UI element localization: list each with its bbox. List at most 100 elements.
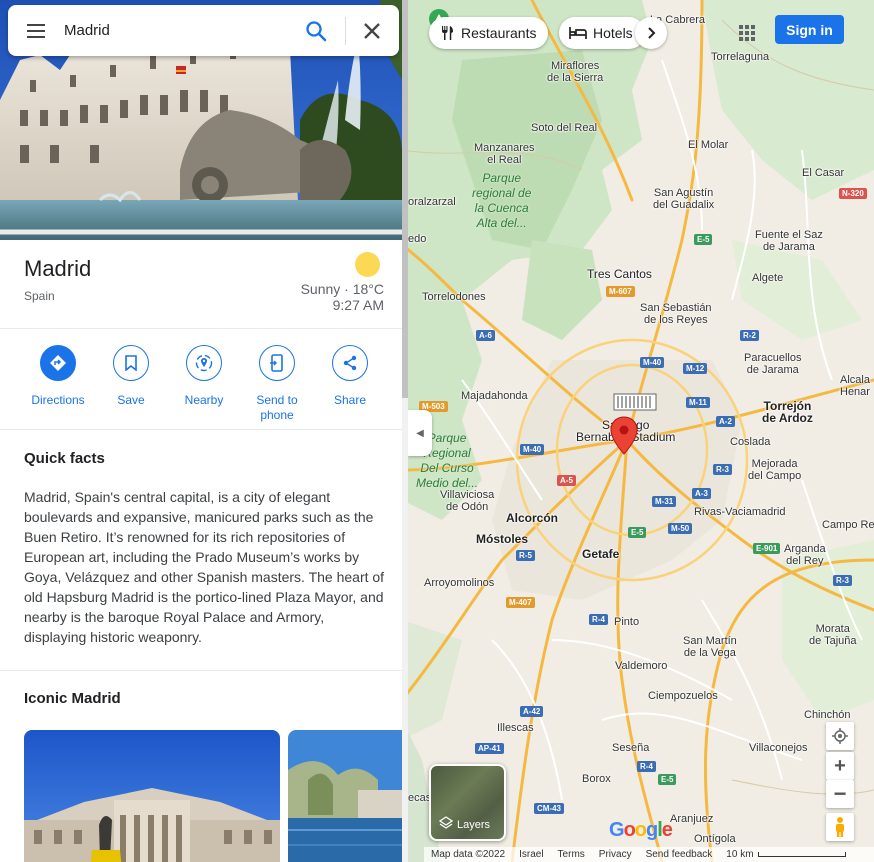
place-alcorcon[interactable]: Alcorcón xyxy=(506,512,558,524)
place-rivas[interactable]: Rivas-Vaciamadrid xyxy=(694,506,786,518)
place-valdemoro[interactable]: Valdemoro xyxy=(615,660,667,672)
chip-label: Hotels xyxy=(593,25,633,41)
place-algete[interactable]: Algete xyxy=(752,272,783,284)
my-location-button[interactable] xyxy=(826,722,854,750)
place-paracuellos[interactable]: Paracuellos de Jarama xyxy=(744,352,801,376)
road-shield: M-11 xyxy=(686,397,710,408)
place-illescas[interactable]: Illescas xyxy=(497,722,534,734)
zoom-in-button[interactable]: + xyxy=(826,752,854,780)
place-villaviciosa[interactable]: Villaviciosa de Odón xyxy=(440,489,494,513)
action-label: Save xyxy=(117,393,145,407)
fork-knife-icon xyxy=(442,26,453,40)
place-san-agustin[interactable]: San Agustín del Guadalix xyxy=(653,187,714,211)
place-alcala[interactable]: Alcala Henar xyxy=(840,374,870,398)
road-shield: E-5 xyxy=(694,234,713,245)
place-ecas[interactable]: ecas xyxy=(408,792,431,804)
terms-link[interactable]: Terms xyxy=(558,849,585,860)
road-shield: M-12 xyxy=(683,363,708,374)
place-mejorada[interactable]: Mejorada del Campo xyxy=(748,458,801,482)
place-torrejon[interactable]: Torrejón de Ardoz xyxy=(762,400,813,424)
place-arganda[interactable]: Arganda del Rey xyxy=(784,543,826,567)
place-sesena[interactable]: Seseña xyxy=(612,742,649,754)
place-fuente-el-saz[interactable]: Fuente el Saz de Jarama xyxy=(755,229,823,253)
place-manzanares[interactable]: Manzanares el Real xyxy=(474,142,535,166)
stadium-icon[interactable] xyxy=(613,392,657,414)
region-link[interactable]: Israel xyxy=(519,849,543,860)
chips-next-button[interactable] xyxy=(635,17,667,49)
place-oralzarzal[interactable]: oralzarzal xyxy=(408,196,456,208)
search-icon[interactable] xyxy=(304,19,328,43)
place-ciempozuelos[interactable]: Ciempozuelos xyxy=(648,690,718,702)
place-soto-del-real[interactable]: Soto del Real xyxy=(531,122,597,134)
place-miraflores[interactable]: Miraflores de la Sierra xyxy=(547,60,603,84)
street-view-button[interactable] xyxy=(826,813,854,841)
park-label-text: Parque regional de la Cuenca Alta del... xyxy=(472,171,532,230)
place-morata[interactable]: Morata de Tajuña xyxy=(809,623,857,647)
menu-button[interactable] xyxy=(8,5,64,56)
location-pin-icon[interactable] xyxy=(610,416,638,456)
chip-hotels[interactable]: Hotels xyxy=(559,17,645,49)
privacy-link[interactable]: Privacy xyxy=(599,849,632,860)
scale-line xyxy=(757,852,846,857)
action-label: Nearby xyxy=(184,393,224,407)
place-san-sebastian[interactable]: San Sebastián de los Reyes xyxy=(640,302,712,326)
place-country[interactable]: Spain xyxy=(24,289,55,303)
place-el-casar[interactable]: El Casar xyxy=(802,167,844,179)
scrollbar-thumb[interactable] xyxy=(402,0,408,398)
save-button[interactable]: Save xyxy=(96,345,166,408)
place-coslada[interactable]: Coslada xyxy=(730,436,770,448)
place-pinto[interactable]: Pinto xyxy=(614,616,639,628)
layers-button[interactable]: Layers xyxy=(429,764,506,841)
chip-restaurants[interactable]: Restaurants xyxy=(429,17,549,49)
iconic-heading: Iconic Madrid xyxy=(24,690,121,707)
weather-condition: Sunny · 18°C xyxy=(300,281,384,297)
place-villaconejos[interactable]: Villaconejos xyxy=(749,742,808,754)
road-shield: M-50 xyxy=(668,523,693,534)
place-panel: Madrid Spain Sunny · 18°C 9:27 AM Direct… xyxy=(0,0,402,862)
road-shield: R-4 xyxy=(637,761,656,772)
place-getafe[interactable]: Getafe xyxy=(582,548,619,560)
map-data-credit: Map data ©2022 xyxy=(431,849,506,860)
scale-bar[interactable]: 10 km xyxy=(726,849,846,860)
place-campo-real[interactable]: Campo Re xyxy=(822,519,874,531)
road-shield: M-407 xyxy=(506,597,535,608)
iconic-photo-prado[interactable] xyxy=(24,730,280,862)
road-shield: M-607 xyxy=(606,286,635,297)
send-to-phone-button[interactable]: Send to phone xyxy=(242,345,312,423)
place-torrelodones[interactable]: Torrelodones xyxy=(422,291,486,303)
apps-grid-icon[interactable] xyxy=(737,23,757,43)
place-tres-cantos[interactable]: Tres Cantos xyxy=(587,268,652,280)
place-chinchon[interactable]: Chinchón xyxy=(804,709,850,721)
road-shield: A-3 xyxy=(692,488,711,499)
place-mostoles[interactable]: Móstoles xyxy=(476,533,528,545)
iconic-photo-retiro[interactable] xyxy=(288,730,402,862)
road-shield: M-31 xyxy=(652,496,677,507)
zoom-out-button[interactable]: − xyxy=(826,780,854,808)
place-ontigola[interactable]: Ontígola xyxy=(694,833,736,845)
close-icon[interactable] xyxy=(360,19,384,43)
collapse-panel-button[interactable]: ◀ xyxy=(408,410,432,456)
place-el-molar[interactable]: El Molar xyxy=(688,139,728,151)
road-shield: R-5 xyxy=(516,550,535,561)
road-shield: A-5 xyxy=(557,475,576,486)
directions-button[interactable]: Directions xyxy=(23,345,93,408)
place-san-martin[interactable]: San Martín de la Vega xyxy=(683,635,737,659)
park-label-cuenca[interactable]: Parque regional de la Cuenca Alta del... xyxy=(472,171,531,231)
place-edo[interactable]: edo xyxy=(408,233,426,245)
send-feedback-link[interactable]: Send feedback xyxy=(646,849,713,860)
sign-in-button[interactable]: Sign in xyxy=(775,15,844,44)
place-arroyomolinos[interactable]: Arroyomolinos xyxy=(424,577,494,589)
search-input[interactable] xyxy=(64,22,284,39)
place-borox[interactable]: Borox xyxy=(582,773,611,785)
place-torrelaguna[interactable]: Torrelaguna xyxy=(711,51,769,63)
google-maps-window: Parque regional de la Cuenca Alta del...… xyxy=(0,0,874,862)
share-icon xyxy=(343,355,357,371)
place-majadahonda[interactable]: Majadahonda xyxy=(461,390,528,402)
share-button[interactable]: Share xyxy=(315,345,385,408)
google-logo: Google xyxy=(609,819,673,841)
panel-scrollbar[interactable] xyxy=(402,0,408,862)
map-canvas[interactable]: Parque regional de la Cuenca Alta del...… xyxy=(402,0,874,862)
place-aranjuez[interactable]: Aranjuez xyxy=(670,813,713,825)
search-box[interactable] xyxy=(8,5,399,56)
nearby-button[interactable]: Nearby xyxy=(169,345,239,408)
